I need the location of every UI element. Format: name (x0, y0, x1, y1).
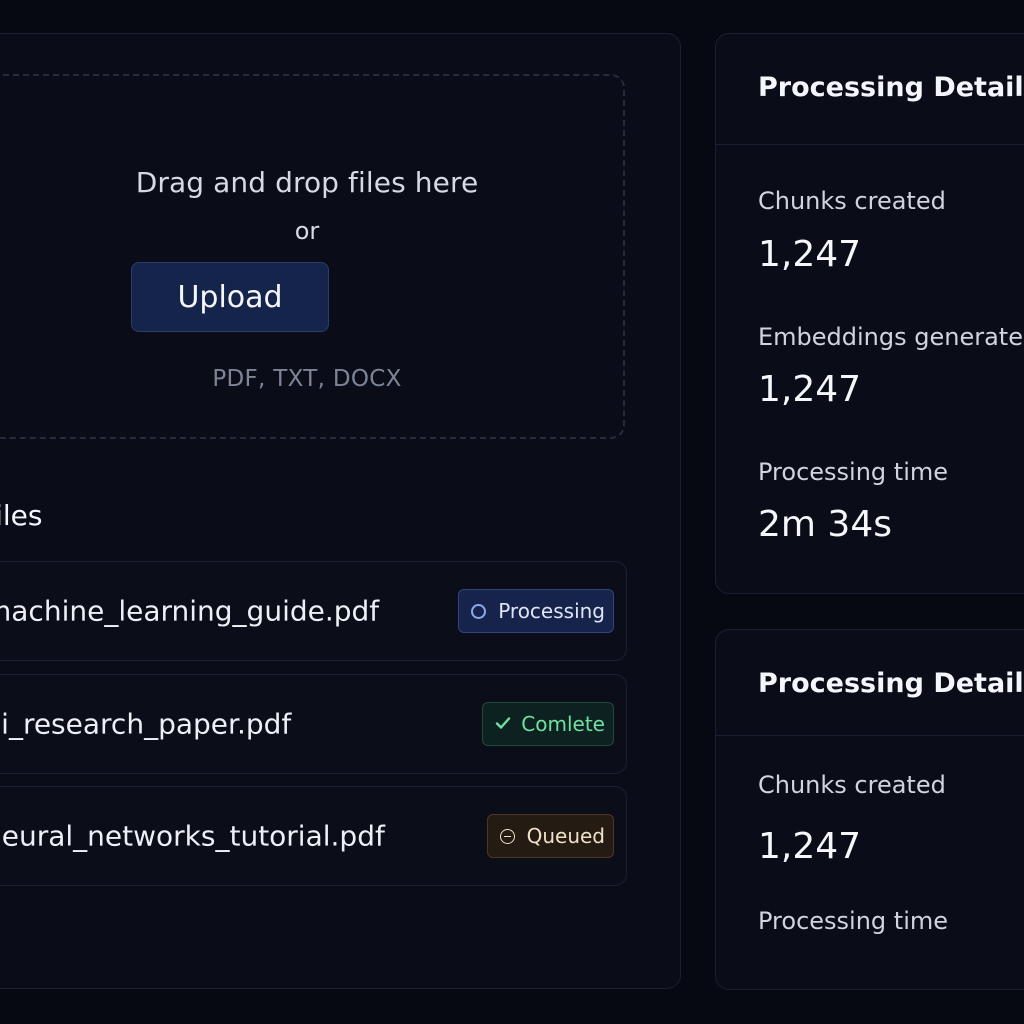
dropzone[interactable]: Drag and drop files here or Upload PDF, … (0, 74, 625, 439)
file-name: neural_networks_tutorial.pdf (0, 819, 385, 853)
upload-panel: Drag and drop files here or Upload PDF, … (0, 33, 681, 989)
processing-details-card: Processing Details Chunks created 1,247 … (715, 629, 1024, 990)
chunks-created-label: Chunks created (758, 187, 946, 215)
card-header: Processing Details (716, 630, 1024, 736)
file-name: machine_learning_guide.pdf (0, 594, 380, 628)
file-row[interactable]: neural_networks_tutorial.pdf Queued (0, 786, 627, 886)
status-badge-queued: Queued (486, 814, 614, 858)
dropzone-title: Drag and drop files here (135, 166, 479, 199)
supported-file-types: PDF, TXT, DOCX (212, 366, 402, 392)
card-header: Processing Details (716, 34, 1024, 145)
card-title: Processing Details (758, 72, 1024, 103)
file-row[interactable]: machine_learning_guide.pdf Processing (0, 561, 627, 661)
chunks-created-value: 1,247 (758, 234, 862, 275)
card-title: Processing Details (758, 668, 1024, 699)
circle-icon (471, 603, 487, 619)
chunks-created-value: 1,247 (758, 826, 862, 867)
status-badge-label: Queued (526, 824, 605, 848)
embeddings-generated-value: 1,247 (758, 369, 862, 410)
file-row[interactable]: ai_research_paper.pdf Comlete (0, 674, 627, 774)
chunks-created-label: Chunks created (758, 771, 946, 799)
check-icon (495, 715, 511, 734)
file-name: ai_research_paper.pdf (0, 707, 292, 741)
status-badge-complete: Comlete (482, 702, 614, 746)
status-badge-processing: Processing (458, 589, 614, 633)
processing-time-value: 2m 34s (758, 504, 892, 545)
processing-details-card: Processing Details Chunks created 1,247 … (715, 33, 1024, 594)
upload-button[interactable]: Upload (131, 262, 329, 332)
status-badge-label: Processing (498, 599, 605, 623)
processing-time-label: Processing time (758, 907, 949, 935)
files-heading: Files (0, 499, 43, 532)
status-badge-label: Comlete (521, 712, 605, 736)
embeddings-generated-label: Embeddings generated (758, 323, 1024, 351)
minus-circle-icon (499, 828, 515, 844)
dropzone-or-text: or (294, 217, 320, 245)
page: Drag and drop files here or Upload PDF, … (0, 0, 1024, 1024)
processing-time-label: Processing time (758, 458, 949, 486)
